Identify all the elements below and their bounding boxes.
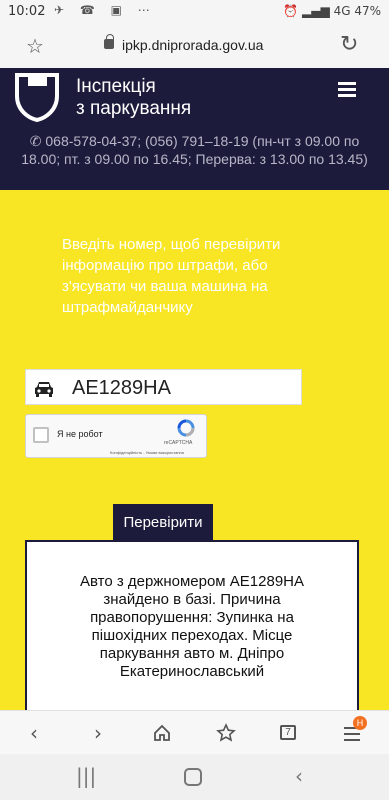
menu-badge: H xyxy=(353,716,367,730)
shield-logo-icon[interactable] xyxy=(14,72,60,122)
home-icon[interactable] xyxy=(153,724,171,742)
recaptcha-links[interactable]: Конфіденційність - Умови використання xyxy=(110,450,184,455)
notification-icons: ✈ ☎ ▣ ⋯ xyxy=(54,3,156,17)
bookmark-star-icon[interactable]: ☆ xyxy=(26,34,44,58)
home-system-icon[interactable] xyxy=(184,768,202,786)
site-title-line2: з паркування xyxy=(76,98,192,119)
network-type: 4G xyxy=(333,4,351,18)
system-nav-bar: ||| ‹ xyxy=(0,754,389,800)
browser-url-bar: ☆ ipkp.dniprorada.gov.ua ↻ xyxy=(0,24,389,68)
alarm-icon: ⏰ xyxy=(283,4,299,18)
lock-icon[interactable] xyxy=(104,34,114,49)
site-header: Інспекція з паркування ✆ 068-578-04-37; … xyxy=(0,68,389,190)
signal-icon: ▂▄▆ xyxy=(302,4,330,18)
site-title[interactable]: Інспекція з паркування xyxy=(76,76,191,120)
browser-bottom-bar: ‹ › 7 H xyxy=(0,710,389,754)
car-icon xyxy=(35,382,53,397)
intro-text: Введіть номер, щоб перевірити інформацію… xyxy=(62,236,281,316)
captcha-checkbox[interactable] xyxy=(33,427,49,443)
recaptcha-logo-icon xyxy=(177,419,195,437)
recaptcha-widget: Я не робот reCAPTCHA Конфіденційність - … xyxy=(25,414,207,458)
site-title-line1: Інспекція xyxy=(76,76,156,97)
battery-level: 47% xyxy=(354,4,381,18)
plate-number-input[interactable] xyxy=(72,374,292,402)
captcha-label[interactable]: Я не робот xyxy=(57,429,103,439)
recent-apps-icon[interactable]: ||| xyxy=(76,764,96,788)
status-bar: 10:02 ✈ ☎ ▣ ⋯ ⏰ ▂▄▆ 4G 47% xyxy=(0,0,389,24)
phone-icon: ✆ xyxy=(29,133,46,149)
result-text: Авто з держномером AE1289HA знайдено в б… xyxy=(79,573,305,680)
contact-info: ✆ 068-578-04-37; (056) 791–18-19 (пн-чт … xyxy=(10,132,379,168)
check-button[interactable]: Перевірити xyxy=(113,504,213,540)
status-time: 10:02 xyxy=(8,4,46,19)
status-right: ⏰ ▂▄▆ 4G 47% xyxy=(283,4,381,18)
forward-icon[interactable]: › xyxy=(94,721,102,745)
reload-icon[interactable]: ↻ xyxy=(340,32,358,57)
recaptcha-brand: reCAPTCHA xyxy=(164,440,193,446)
back-system-icon[interactable]: ‹ xyxy=(295,764,303,788)
back-icon[interactable]: ‹ xyxy=(30,721,38,745)
result-panel: Авто з держномером AE1289HA знайдено в б… xyxy=(25,540,359,710)
bookmarks-star-icon[interactable] xyxy=(216,723,236,743)
plate-input-box[interactable] xyxy=(25,369,302,405)
search-section: Введіть номер, щоб перевірити інформацію… xyxy=(0,190,389,710)
contact-text[interactable]: 068-578-04-37; (056) 791–18-19 (пн-чт з … xyxy=(21,133,368,167)
hamburger-menu-icon[interactable] xyxy=(338,82,358,98)
tabs-count-icon[interactable]: 7 xyxy=(280,725,296,740)
url-text[interactable]: ipkp.dniprorada.gov.ua xyxy=(122,37,263,53)
